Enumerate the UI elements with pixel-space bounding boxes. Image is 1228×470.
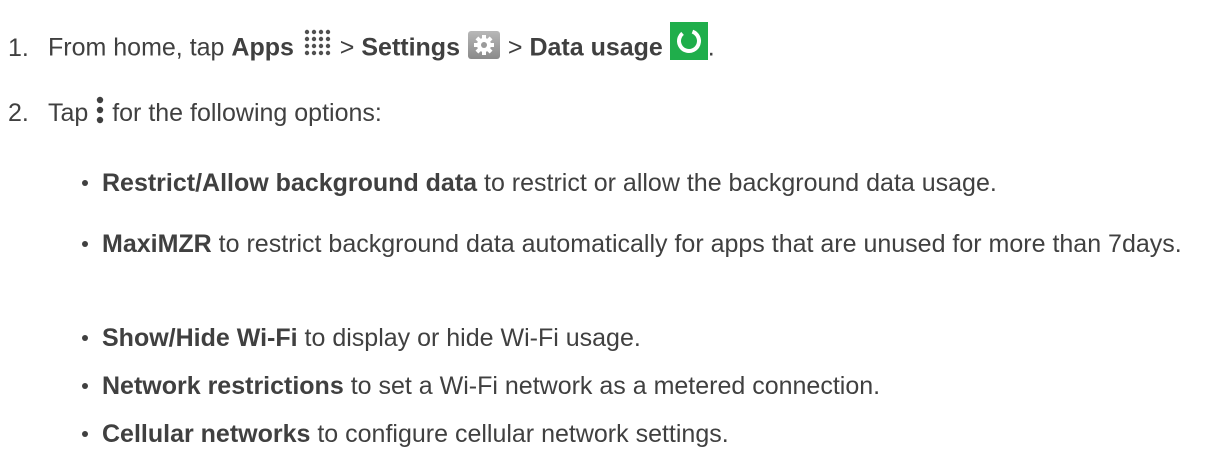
option-term: Show/Hide Wi-Fi [102, 324, 298, 352]
list-item: Cellular networks to configure cellular … [82, 418, 1222, 450]
option-description: to restrict or allow the background data… [477, 169, 997, 197]
data-usage-icon [669, 22, 708, 60]
instruction-text: Tap [48, 99, 96, 127]
settings-gear-icon [467, 30, 501, 60]
option-description: to configure cellular network settings. [310, 420, 729, 448]
option-description: to display or hide Wi-Fi usage. [297, 324, 641, 352]
step-number: 1. [8, 33, 29, 62]
bullet [82, 180, 88, 186]
list-item: Network restrictions to set a Wi-Fi netw… [82, 370, 1222, 402]
option-description: to set a Wi-Fi network as a metered conn… [343, 372, 881, 400]
instruction-text: From home, tap [48, 33, 232, 62]
list-item: Show/Hide Wi-Fi to display or hide Wi-Fi… [82, 322, 1222, 354]
list-item: Restrict/Allow background data to restri… [82, 167, 1222, 199]
option-term: Network restrictions [102, 372, 344, 400]
bullet [82, 335, 88, 341]
apps-grid-icon [303, 28, 333, 58]
list-item: MaxiMZR to restrict background data auto… [82, 228, 1222, 260]
more-options-icon [95, 95, 105, 125]
separator: > [500, 33, 530, 62]
option-term: Restrict/Allow background data [102, 169, 478, 197]
bullet [82, 431, 88, 437]
step-1: 1. From home, tap Apps > Settings > Data… [8, 22, 715, 68]
option-description: to restrict background data automaticall… [211, 230, 1182, 258]
step-number: 2. [8, 99, 29, 127]
step-2: 2. Tap for the following options: [8, 95, 382, 129]
settings-label: Settings [361, 33, 460, 62]
data-usage-label: Data usage [529, 33, 663, 62]
option-term: Cellular networks [102, 420, 311, 448]
period: . [707, 33, 715, 62]
apps-label: Apps [231, 33, 294, 62]
step-text: Tap for the following options: [48, 95, 382, 129]
step-text: From home, tap Apps > Settings > Data us… [48, 22, 715, 68]
bullet [82, 383, 88, 389]
bullet [82, 241, 88, 247]
instruction-text: for the following options: [105, 99, 382, 127]
separator: > [332, 33, 362, 62]
option-term: MaxiMZR [102, 230, 212, 258]
